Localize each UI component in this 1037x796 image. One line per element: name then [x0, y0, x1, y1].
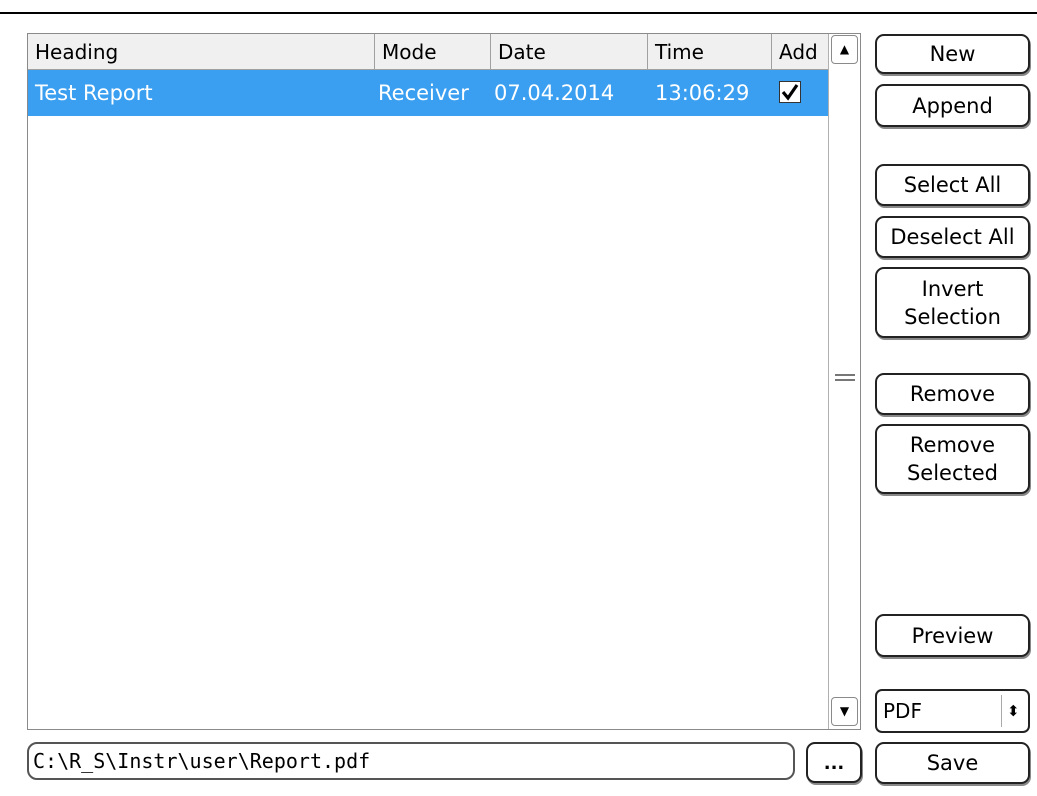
column-header-add[interactable]: Add	[772, 34, 828, 69]
column-header-mode[interactable]: Mode	[375, 34, 491, 69]
vertical-scrollbar[interactable]: ▲ ▼	[828, 34, 860, 729]
column-header-heading[interactable]: Heading	[28, 34, 375, 69]
cell-date: 07.04.2014	[494, 81, 615, 105]
invert-selection-button[interactable]: Invert Selection	[875, 267, 1030, 338]
cell-heading: Test Report	[35, 81, 153, 105]
scroll-down-button[interactable]: ▼	[831, 697, 858, 726]
up-down-arrows-icon[interactable]: ⬍	[1007, 691, 1020, 731]
save-button-label: Save	[926, 751, 979, 775]
format-select-divider	[1001, 695, 1002, 727]
new-button[interactable]: New	[875, 34, 1030, 74]
table-row[interactable]: Test Report Receiver 07.04.2014 13:06:29	[28, 70, 828, 116]
select-all-button[interactable]: Select All	[875, 164, 1030, 206]
remove-selected-button-label: Remove Selected	[906, 433, 999, 485]
format-select-value: PDF	[883, 699, 922, 723]
append-button-label: Append	[912, 93, 993, 118]
save-button[interactable]: Save	[875, 742, 1030, 784]
browse-button[interactable]: ...	[806, 742, 862, 783]
cell-mode: Receiver	[378, 81, 469, 105]
cell-time: 13:06:29	[655, 81, 750, 105]
deselect-all-button-label: Deselect All	[890, 225, 1015, 249]
new-button-label: New	[929, 42, 976, 66]
column-header-date[interactable]: Date	[491, 34, 648, 69]
remove-button-label: Remove	[909, 382, 996, 406]
scroll-thumb[interactable]	[835, 374, 855, 386]
browse-button-label: ...	[823, 753, 845, 774]
down-arrow-icon: ▼	[839, 704, 850, 718]
append-button[interactable]: Append	[875, 84, 1030, 127]
file-path-input[interactable]: C:\R_S\Instr\user\Report.pdf	[27, 742, 795, 780]
deselect-all-button[interactable]: Deselect All	[875, 216, 1030, 258]
preview-button-label: Preview	[911, 623, 994, 648]
add-checkbox[interactable]	[779, 81, 801, 103]
top-border	[0, 12, 1037, 14]
remove-selected-button[interactable]: Remove Selected	[875, 424, 1030, 494]
preview-button[interactable]: Preview	[875, 614, 1030, 657]
up-arrow-icon: ▲	[839, 42, 850, 56]
scroll-up-button[interactable]: ▲	[831, 35, 858, 64]
format-select[interactable]: PDF ⬍	[875, 689, 1030, 733]
check-mark-icon	[781, 84, 799, 101]
select-all-button-label: Select All	[903, 173, 1002, 197]
table-header: Heading Mode Date Time Add	[28, 34, 828, 70]
column-header-time[interactable]: Time	[648, 34, 772, 69]
remove-button[interactable]: Remove	[875, 373, 1030, 415]
report-table: Heading Mode Date Time Add Test Report R…	[27, 33, 861, 730]
invert-selection-button-label: Invert Selection	[904, 276, 1001, 329]
